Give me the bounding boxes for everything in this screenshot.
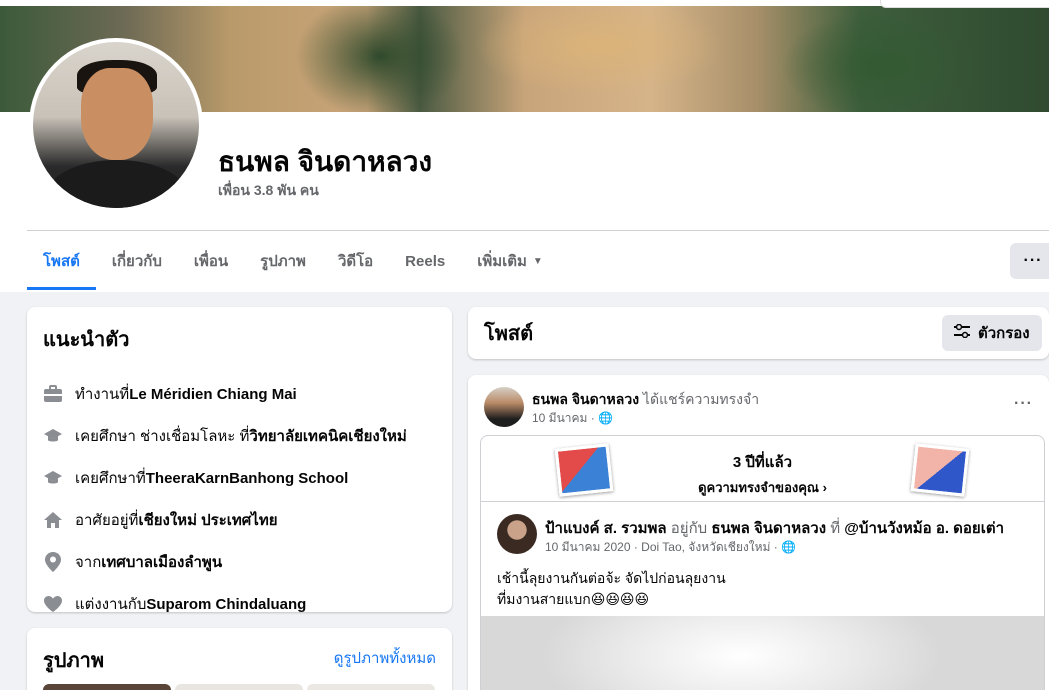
header-divider bbox=[27, 230, 1049, 231]
tab-reels[interactable]: Reels bbox=[389, 232, 461, 290]
filter-sliders-icon bbox=[954, 323, 970, 342]
location-pin-icon bbox=[43, 552, 63, 572]
graduation-cap-icon bbox=[43, 468, 63, 488]
intro-item-work: ทำงานที่ Le Méridien Chiang Mai bbox=[43, 373, 436, 415]
photos-title: รูปภาพ bbox=[43, 650, 105, 672]
briefcase-icon bbox=[43, 384, 63, 404]
home-icon bbox=[43, 510, 63, 530]
intro-item-lives-in: อาศัยอยู่ที่ เชียงใหม่ ประเทศไทย bbox=[43, 499, 436, 541]
tab-posts[interactable]: โพสต์ bbox=[27, 232, 96, 290]
shared-post-text: เช้านี้ลุยงานกันต่อจ้ะ จัดไปก่อนลุยงาน ท… bbox=[497, 570, 726, 607]
post-author-name[interactable]: ธนพล จินดาหลวง bbox=[532, 391, 639, 407]
graduation-cap-icon bbox=[43, 426, 63, 446]
shared-timestamp[interactable]: 10 มีนาคม 2020 · Doi Tao, จังหวัดเชียงให… bbox=[545, 538, 796, 557]
intro-item-relationship: แต่งงานกับ Suparom Chindaluang bbox=[43, 583, 436, 625]
profile-tabs: โพสต์ เกี่ยวกับ เพื่อน รูปภาพ วิดีโอ Ree… bbox=[27, 232, 559, 290]
post-menu-button[interactable]: ··· bbox=[1014, 395, 1033, 413]
filter-button[interactable]: ตัวกรอง bbox=[942, 315, 1042, 351]
intro-card: แนะนำตัว ทำงานที่ Le Méridien Chiang Mai… bbox=[27, 307, 452, 613]
shared-post-photo[interactable] bbox=[481, 616, 1044, 690]
tab-photos[interactable]: รูปภาพ bbox=[244, 232, 322, 290]
heart-icon bbox=[43, 594, 63, 614]
shared-author-line: ป้าแบงค์ ส. รวมพล อยู่กับ ธนพล จินดาหลวง… bbox=[545, 520, 1004, 537]
top-bar-fragment bbox=[880, 0, 1049, 8]
see-all-photos-link[interactable]: ดูรูปภาพทั้งหมด bbox=[334, 646, 436, 670]
profile-name: ธนพล จินดาหลวง bbox=[218, 146, 433, 177]
tab-more[interactable]: เพิ่มเติม ▼ bbox=[461, 232, 559, 290]
post-timestamp[interactable]: 10 มีนาคม · 🌐 bbox=[532, 409, 613, 428]
photos-card: รูปภาพ ดูรูปภาพทั้งหมด bbox=[27, 628, 452, 690]
caret-down-icon: ▼ bbox=[532, 255, 543, 267]
post-author-line: ธนพล จินดาหลวง ได้แชร์ความทรงจำ bbox=[532, 391, 760, 407]
more-options-button[interactable]: ··· bbox=[1010, 243, 1049, 279]
profile-avatar[interactable] bbox=[29, 38, 203, 212]
intro-item-from: จาก เทศบาลเมืองลำพูน bbox=[43, 541, 436, 583]
photo-thumbnail[interactable] bbox=[43, 684, 171, 690]
memory-sticker-left bbox=[554, 443, 614, 497]
tab-videos[interactable]: วิดีโอ bbox=[322, 232, 389, 290]
posts-title: โพสต์ bbox=[484, 323, 534, 345]
intro-item-education-1: เคยศึกษา ช่างเชื่อมโลหะ ที่ วิทยาลัยเทคน… bbox=[43, 415, 436, 457]
shared-author-avatar[interactable] bbox=[497, 514, 537, 554]
memory-post: ธนพล จินดาหลวง ได้แชร์ความทรงจำ 10 มีนาค… bbox=[468, 375, 1049, 690]
intro-item-education-2: เคยศึกษาที่ TheeraKarnBanhong School bbox=[43, 457, 436, 499]
photo-thumbnail[interactable] bbox=[307, 684, 435, 690]
memory-attachment: 3 ปีที่แล้ว ดูความทรงจำของคุณ › ป้าแบงค์… bbox=[480, 435, 1045, 690]
photo-thumbnail[interactable] bbox=[175, 684, 303, 690]
tagged-user[interactable]: ธนพล จินดาหลวง bbox=[711, 520, 826, 537]
post-author-avatar[interactable] bbox=[484, 387, 524, 427]
friend-count[interactable]: เพื่อน 3.8 พัน คน bbox=[218, 180, 319, 202]
shared-post: ป้าแบงค์ ส. รวมพล อยู่กับ ธนพล จินดาหลวง… bbox=[481, 502, 1044, 690]
checkin-place[interactable]: @บ้านวังหม้อ อ. ดอยเต่า bbox=[844, 520, 1004, 537]
memory-sticker-right bbox=[910, 443, 970, 497]
tab-friends[interactable]: เพื่อน bbox=[178, 232, 244, 290]
posts-header-card: โพสต์ ตัวกรอง bbox=[468, 307, 1049, 359]
memory-banner[interactable]: 3 ปีที่แล้ว ดูความทรงจำของคุณ › bbox=[481, 436, 1044, 502]
profile-header: ธนพล จินดาหลวง เพื่อน 3.8 พัน คน โพสต์ เ… bbox=[0, 0, 1049, 292]
intro-title: แนะนำตัว bbox=[43, 329, 130, 351]
shared-author-name[interactable]: ป้าแบงค์ ส. รวมพล bbox=[545, 520, 667, 537]
tab-about[interactable]: เกี่ยวกับ bbox=[96, 232, 178, 290]
